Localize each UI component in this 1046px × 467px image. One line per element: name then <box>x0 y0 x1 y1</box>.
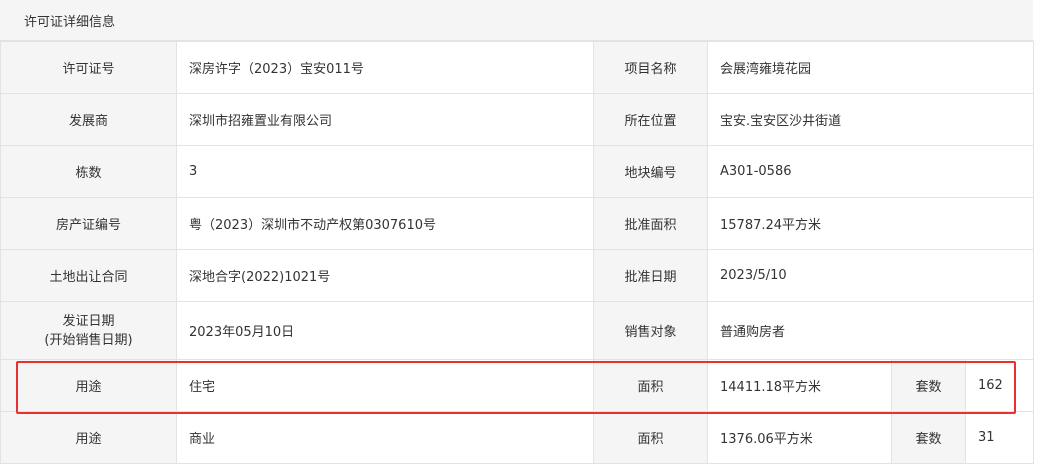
area-value: 14411.18平方米 <box>707 359 892 412</box>
land-contract-value: 深地合字(2022)1021号 <box>176 249 594 302</box>
usage-row-residential: 用途 住宅 面积 14411.18平方米 套数 162 <box>0 359 1035 412</box>
approved-area-label: 批准面积 <box>593 197 708 250</box>
units-value: 31 <box>964 411 1035 464</box>
location-value: 宝安.宝安区沙井街道 <box>706 93 1035 146</box>
license-number-label: 许可证号 <box>0 41 177 94</box>
issue-date-label: 发证日期 (开始销售日期) <box>0 301 177 360</box>
units-value: 162 <box>964 359 1035 412</box>
sales-target-label: 销售对象 <box>593 301 708 360</box>
usage-value: 商业 <box>176 411 594 464</box>
building-count-label: 栋数 <box>0 145 177 198</box>
license-number-value: 深房许字（2023）宝安011号 <box>176 41 594 94</box>
location-label: 所在位置 <box>593 93 708 146</box>
panel-title: 许可证详细信息 <box>24 15 116 30</box>
table-row: 发证日期 (开始销售日期) 2023年05月10日 销售对象 普通购房者 <box>0 301 1035 360</box>
table-row: 土地出让合同 深地合字(2022)1021号 批准日期 2023/5/10 <box>0 249 1035 302</box>
table-row: 房产证编号 粤（2023）深圳市不动产权第0307610号 批准面积 15787… <box>0 197 1035 250</box>
units-label: 套数 <box>891 359 966 412</box>
parcel-number-value: A301-0586 <box>706 145 1035 198</box>
land-contract-label: 土地出让合同 <box>0 249 177 302</box>
issue-date-value: 2023年05月10日 <box>176 301 594 360</box>
sales-target-value: 普通购房者 <box>706 301 1035 360</box>
approval-date-value: 2023/5/10 <box>706 249 1035 302</box>
property-cert-value: 粤（2023）深圳市不动产权第0307610号 <box>176 197 594 250</box>
units-label: 套数 <box>891 411 966 464</box>
parcel-number-label: 地块编号 <box>593 145 708 198</box>
issue-date-label-line1: 发证日期 <box>62 313 115 329</box>
license-detail-panel: 许可证详细信息 许可证号 深房许字（2023）宝安011号 项目名称 会展湾雍境… <box>0 0 1035 467</box>
table-row: 发展商 深圳市招雍置业有限公司 所在位置 宝安.宝安区沙井街道 <box>0 93 1035 146</box>
project-name-label: 项目名称 <box>593 41 708 94</box>
area-value: 1376.06平方米 <box>707 411 892 464</box>
usage-label: 用途 <box>0 411 177 464</box>
usage-row-commercial: 用途 商业 面积 1376.06平方米 套数 31 <box>0 411 1035 464</box>
usage-label: 用途 <box>0 359 177 412</box>
license-info-table: 许可证号 深房许字（2023）宝安011号 项目名称 会展湾雍境花园 发展商 深… <box>0 41 1035 464</box>
area-label: 面积 <box>593 411 708 464</box>
approval-date-label: 批准日期 <box>593 249 708 302</box>
table-row: 许可证号 深房许字（2023）宝安011号 项目名称 会展湾雍境花园 <box>0 41 1035 94</box>
table-row: 栋数 3 地块编号 A301-0586 <box>0 145 1035 198</box>
property-cert-label: 房产证编号 <box>0 197 177 250</box>
issue-date-label-line2: (开始销售日期) <box>44 332 133 348</box>
project-name-value: 会展湾雍境花园 <box>706 41 1035 94</box>
building-count-value: 3 <box>176 145 594 198</box>
developer-value: 深圳市招雍置业有限公司 <box>176 93 594 146</box>
panel-header: 许可证详细信息 <box>0 0 1033 41</box>
area-label: 面积 <box>593 359 708 412</box>
usage-value: 住宅 <box>176 359 594 412</box>
developer-label: 发展商 <box>0 93 177 146</box>
approved-area-value: 15787.24平方米 <box>706 197 1035 250</box>
